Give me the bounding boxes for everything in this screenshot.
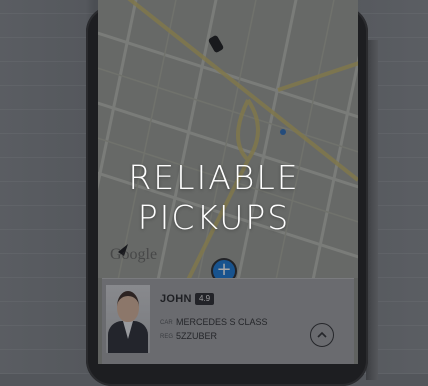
car-label: CAR	[160, 320, 173, 326]
plus-icon: +	[216, 259, 232, 280]
license-plate: 5ZZUBER	[176, 331, 218, 341]
driver-avatar	[106, 285, 150, 353]
chevron-up-icon	[317, 331, 327, 338]
plate-label: REG	[160, 334, 174, 340]
hero-headline: RELIABLE PICKUPS	[0, 158, 428, 238]
driver-name: JOHN	[160, 293, 192, 305]
hero-line-1: RELIABLE	[128, 158, 300, 197]
driver-rating-badge: 4.9	[195, 293, 215, 305]
car-model: MERCEDES S CLASS	[176, 317, 268, 327]
expand-button[interactable]	[310, 323, 334, 347]
hero-line-2: PICKUPS	[137, 198, 291, 237]
map-watermark: Google	[110, 246, 158, 263]
driver-card[interactable]: JOHN 4.9 CAR MERCEDES S CLASS REG 5ZZUBE…	[102, 278, 354, 364]
